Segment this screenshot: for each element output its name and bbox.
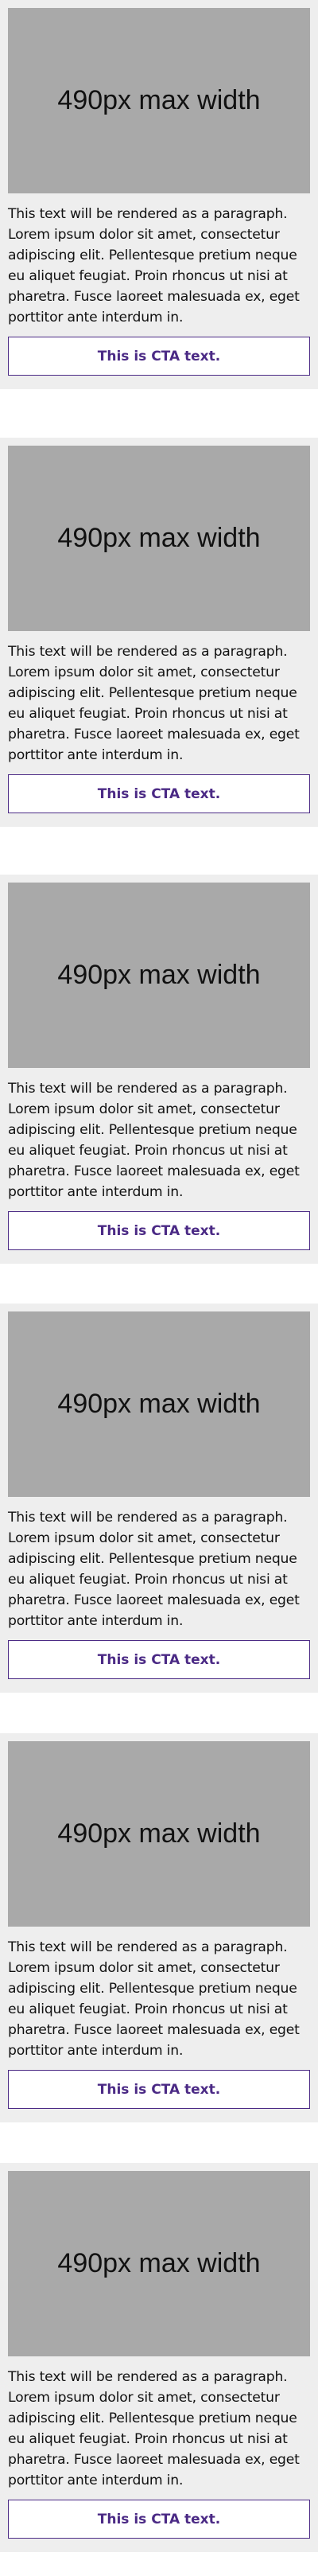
content-card: 490px max width This text will be render… — [0, 0, 318, 389]
card-paragraph: This text will be rendered as a paragrap… — [8, 1081, 300, 1200]
card-paragraph: This text will be rendered as a paragrap… — [8, 644, 300, 763]
image-placeholder: 490px max width — [8, 446, 310, 631]
content-card: 490px max width This text will be render… — [0, 875, 318, 1264]
card-paragraph: This text will be rendered as a paragrap… — [8, 2369, 300, 2488]
card-paragraph: This text will be rendered as a paragrap… — [8, 1939, 300, 2059]
image-placeholder: 490px max width — [8, 1741, 310, 1927]
cta-button[interactable]: This is CTA text. — [8, 774, 310, 813]
image-placeholder: 490px max width — [8, 1311, 310, 1497]
cta-button[interactable]: This is CTA text. — [8, 337, 310, 376]
image-placeholder-label: 490px max width — [57, 2248, 261, 2278]
cta-button[interactable]: This is CTA text. — [8, 1211, 310, 1250]
cta-button[interactable]: This is CTA text. — [8, 1640, 310, 1679]
content-card: 490px max width This text will be render… — [0, 1304, 318, 1693]
image-placeholder-label: 490px max width — [57, 1389, 261, 1419]
image-placeholder-label: 490px max width — [57, 1818, 261, 1849]
image-placeholder: 490px max width — [8, 883, 310, 1068]
image-placeholder-label: 490px max width — [57, 85, 261, 115]
image-placeholder-label: 490px max width — [57, 523, 261, 553]
image-placeholder: 490px max width — [8, 8, 310, 193]
cta-button[interactable]: This is CTA text. — [8, 2500, 310, 2539]
image-placeholder-label: 490px max width — [57, 960, 261, 990]
image-placeholder: 490px max width — [8, 2171, 310, 2356]
content-card: 490px max width This text will be render… — [0, 1733, 318, 2122]
cta-button[interactable]: This is CTA text. — [8, 2070, 310, 2109]
card-paragraph: This text will be rendered as a paragrap… — [8, 1510, 300, 1629]
content-card: 490px max width This text will be render… — [0, 2163, 318, 2552]
card-paragraph: This text will be rendered as a paragrap… — [8, 206, 300, 325]
content-card: 490px max width This text will be render… — [0, 438, 318, 827]
